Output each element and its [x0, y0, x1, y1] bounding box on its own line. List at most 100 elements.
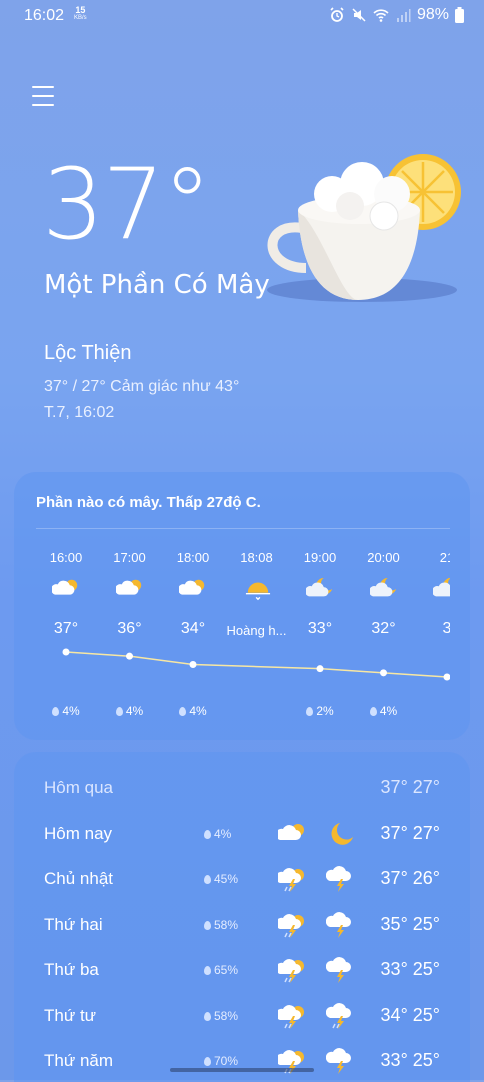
hourly-temp: 36° — [117, 620, 142, 637]
daily-precip: 70% — [204, 1054, 238, 1068]
current-temperature: 37° — [42, 148, 212, 262]
current-condition: Một Phần Có Mây — [44, 270, 270, 300]
hourly-forecast-card[interactable]: Phần nào có mây. Thấp 27độ C. 16:00 37° 4%… — [14, 472, 470, 740]
daily-precip: 4% — [204, 827, 231, 841]
daily-precip-value: 4% — [214, 826, 232, 841]
hourly-precip-value: 4% — [125, 704, 144, 718]
hourly-precip: 2% — [288, 704, 352, 718]
moon-cloud-icon — [432, 576, 450, 602]
hourly-temp: Hoàng h... — [226, 623, 287, 638]
hourly-precip: 4% — [98, 704, 162, 718]
thunder-cloud-icon — [325, 911, 356, 939]
thunder-cloud-icon — [325, 865, 356, 893]
thunderstorm-day-icon — [275, 1002, 308, 1030]
trend-point — [380, 669, 387, 677]
sunset-icon — [243, 576, 273, 602]
daily-precip: 45% — [204, 872, 238, 886]
trend-point — [316, 665, 324, 673]
gesture-bar[interactable] — [170, 1068, 314, 1072]
raindrop-icon — [204, 1057, 211, 1066]
partly-cloudy-day-icon — [178, 576, 209, 602]
hourly-temp: 3 — [442, 620, 450, 637]
raindrop-icon — [204, 920, 211, 930]
daily-day: Chủ nhật — [44, 869, 113, 888]
hourly-temp: 32° — [371, 620, 396, 637]
menu-icon — [32, 86, 54, 88]
thunder-rain-icon — [325, 1002, 356, 1030]
hourly-time: 20:00 — [367, 550, 400, 565]
daily-temps: 33° 25° — [380, 1050, 440, 1070]
daily-precip: 58% — [204, 918, 238, 932]
hourly-precip-value: 4% — [189, 704, 207, 718]
menu-button[interactable] — [32, 86, 54, 106]
daily-day: Hôm nay — [44, 823, 113, 843]
daily-row[interactable]: Thứ tư 58% 34° 25° — [44, 1002, 440, 1032]
moon-cloud-icon — [305, 576, 336, 602]
hourly-precip: 4% — [34, 704, 98, 718]
daily-precip: 65% — [204, 963, 238, 977]
daily-row[interactable]: Chủ nhật 45% 37° 26° — [44, 865, 440, 895]
hourly-temp: 37° — [53, 620, 79, 637]
thunder-cloud-icon — [325, 1047, 356, 1075]
daily-precip-value: 58% — [214, 917, 239, 932]
hourly-time: 19:00 — [303, 550, 337, 565]
daily-temps: 37° 26° — [380, 868, 440, 888]
daily-precip: 58% — [204, 1009, 238, 1023]
network-speed: 15 KB/s — [74, 6, 87, 22]
moon-cloud-icon — [368, 576, 400, 602]
partly-cloudy-day-icon — [114, 576, 146, 602]
raindrop-icon — [52, 707, 60, 716]
daily-row[interactable]: Thứ hai 58% 35° 25° — [44, 911, 440, 941]
trend-point — [443, 673, 450, 681]
daily-row[interactable]: Thứ năm 70% 33° 25° — [44, 1047, 440, 1077]
raindrop-icon — [204, 1011, 211, 1021]
hourly-time: 21 — [439, 550, 450, 565]
daily-temps: 37° 27° — [380, 822, 440, 843]
current-datetime: T.7, 16:02 — [44, 404, 115, 421]
thunder-cloud-icon — [325, 956, 356, 984]
hourly-scroll[interactable]: 16:00 37° 4% 17:00 36° 4% 18:00 34° 4% 18:08 Hoàng… — [34, 472, 450, 740]
thunderstorm-day-icon — [275, 911, 308, 939]
daily-row[interactable]: Hôm qua 37° 27° — [44, 774, 440, 804]
location-name[interactable]: Lộc Thiện — [44, 342, 131, 365]
network-speed-unit: KB/s — [74, 15, 87, 21]
raindrop-icon — [204, 875, 211, 884]
hourly-precip: 4% — [161, 704, 225, 718]
hourly-precip-value: 4% — [379, 704, 398, 718]
mute-icon — [352, 8, 366, 22]
thunderstorm-day-icon — [275, 956, 308, 984]
hourly-temp: 33° — [307, 620, 333, 637]
raindrop-icon — [306, 707, 314, 716]
partly-cloudy-day-icon — [275, 820, 308, 848]
status-bar: 16:02 15 KB/s 98% — [0, 0, 484, 32]
hourly-time: 18:00 — [176, 550, 210, 565]
daily-temps: 34° 25° — [380, 1004, 440, 1025]
daily-precip-value: 70% — [214, 1054, 239, 1068]
signal-icon — [396, 9, 411, 22]
daily-row[interactable]: Hôm nay 4% 37° 27° — [44, 820, 440, 850]
wifi-icon — [373, 9, 389, 22]
moon-icon — [326, 820, 356, 848]
daily-row[interactable]: Thứ ba 65% 33° 25° — [44, 956, 440, 986]
daily-forecast-card: Hôm qua 37° 27° Hôm nay 4% 37° 27° Chủ nhật 45… — [14, 752, 470, 1082]
weather-illustration-cup-icon — [267, 154, 461, 302]
raindrop-icon — [179, 707, 187, 716]
daily-temps: 35° 25° — [380, 913, 440, 934]
daily-day: Thứ hai — [44, 914, 103, 934]
raindrop-icon — [115, 707, 123, 716]
trend-point — [189, 661, 197, 668]
daily-precip-value: 45% — [214, 872, 239, 886]
daily-precip-value: 58% — [214, 1008, 239, 1023]
hourly-time: 18:08 — [240, 550, 273, 565]
trend-point — [126, 652, 133, 660]
alarm-icon — [330, 7, 344, 22]
daily-day: Thứ năm — [44, 1051, 114, 1070]
hourly-temp: 34° — [180, 620, 206, 637]
hourly-precip: 4% — [352, 704, 416, 718]
partly-cloudy-day-icon — [51, 576, 82, 602]
temperature-trend-line — [62, 648, 450, 681]
daily-day: Thứ ba — [44, 960, 99, 979]
daily-temps: 37° 27° — [380, 777, 440, 797]
hourly-time: 16:00 — [49, 550, 83, 565]
hourly-time: 17:00 — [113, 550, 146, 565]
